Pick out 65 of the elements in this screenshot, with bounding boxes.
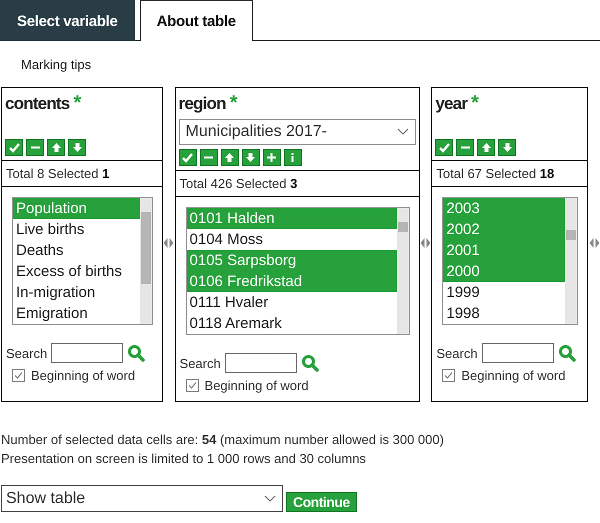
deselect-all-button[interactable] <box>26 139 44 156</box>
tab[interactable]: Select variable <box>0 0 135 41</box>
move-up-button[interactable] <box>220 149 239 166</box>
variable-title: contents <box>5 94 70 114</box>
search-label: Search <box>180 356 221 370</box>
scrollbar[interactable] <box>140 198 152 324</box>
dropdown-value: Show table <box>6 490 86 508</box>
search-field[interactable] <box>51 343 124 363</box>
search-icon[interactable] <box>300 354 319 372</box>
move-up-button[interactable] <box>47 139 65 156</box>
checkbox[interactable] <box>12 369 25 382</box>
search-field[interactable] <box>224 353 297 373</box>
search-field[interactable] <box>482 343 554 363</box>
info-button[interactable] <box>284 149 302 166</box>
check-icon <box>8 141 20 154</box>
selection-count: Total 67 Selected 18 <box>432 161 588 187</box>
up-arrow-icon <box>223 151 236 164</box>
select-all-button[interactable] <box>5 139 23 156</box>
resize-handle-icon[interactable] <box>420 237 431 249</box>
check-icon <box>181 151 194 164</box>
select-all-button[interactable] <box>178 149 197 166</box>
presentation-dropdown[interactable]: Show table <box>1 485 283 512</box>
deselect-all-button[interactable] <box>200 149 218 166</box>
search-label: Search <box>436 346 478 360</box>
resize-handle-icon[interactable] <box>588 237 600 249</box>
variable-title: region <box>178 94 226 114</box>
chevron-down-icon <box>264 494 276 502</box>
move-up-button[interactable] <box>477 139 496 156</box>
selection-count: Total 8 Selected 1 <box>2 161 162 187</box>
checkbox[interactable] <box>186 379 199 392</box>
select-all-button[interactable] <box>435 139 454 156</box>
move-down-button[interactable] <box>498 139 516 156</box>
up-arrow-icon <box>50 141 62 154</box>
plus-icon <box>265 151 278 164</box>
dropdown-value: Municipalities 2017- <box>186 123 327 141</box>
required-mark: * <box>230 92 238 115</box>
scrollbar[interactable] <box>396 208 409 334</box>
beginning-of-word-checkbox[interactable]: Beginning of word <box>442 368 578 383</box>
move-down-button[interactable] <box>242 149 260 166</box>
up-arrow-icon <box>480 141 493 154</box>
search-label: Search <box>6 346 48 360</box>
tab[interactable]: About table <box>140 0 253 41</box>
grouping-dropdown[interactable]: Municipalities 2017- <box>178 119 416 145</box>
down-arrow-icon <box>244 151 258 164</box>
chevron-down-icon <box>396 128 409 136</box>
scrollbar[interactable] <box>565 198 578 324</box>
down-arrow-icon <box>70 141 84 154</box>
deselect-all-button[interactable] <box>456 139 474 156</box>
marking-tips-link[interactable]: Marking tips <box>21 57 92 72</box>
summary-text: Presentation on screen is limited to 1 000 rows and 30 columns <box>1 450 367 468</box>
add-button[interactable] <box>262 149 281 166</box>
search-icon[interactable] <box>558 344 576 362</box>
move-down-button[interactable] <box>68 139 86 156</box>
resize-handle-icon[interactable] <box>163 237 174 249</box>
selection-count: Total 426 Selected 3 <box>176 171 419 197</box>
down-arrow-icon <box>500 141 514 154</box>
summary-text: Number of selected data cells are: 54 (maximum number allowed is 300 000) <box>1 431 445 449</box>
check-icon <box>438 141 451 154</box>
required-mark: * <box>73 92 82 115</box>
beginning-of-word-checkbox[interactable]: Beginning of word <box>186 378 410 393</box>
beginning-of-word-checkbox[interactable]: Beginning of word <box>12 368 153 383</box>
checkbox[interactable] <box>442 369 456 382</box>
required-mark: * <box>471 92 479 115</box>
variable-title: year <box>435 94 468 114</box>
search-icon[interactable] <box>127 344 146 362</box>
